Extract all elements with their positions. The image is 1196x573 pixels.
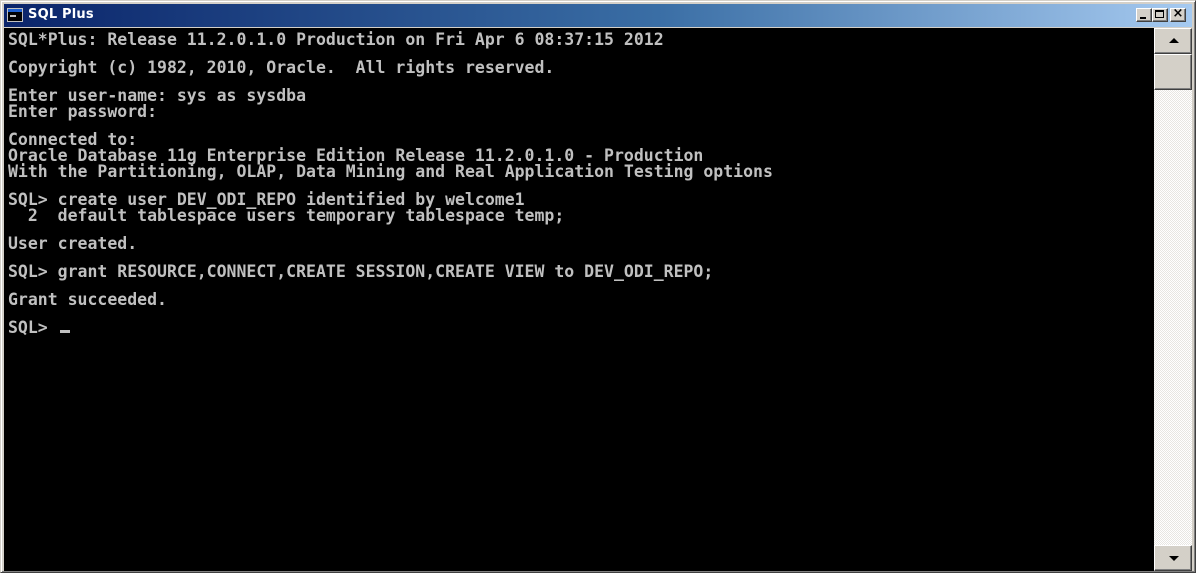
console-line-text: Copyright (c) 1982, 2010, Oracle. All ri…	[8, 58, 555, 77]
minimize-button[interactable]	[1136, 8, 1152, 22]
scroll-up-arrow-icon	[1169, 38, 1179, 43]
console-line-text: SQL*Plus: Release 11.2.0.1.0 Production …	[8, 30, 664, 49]
console-line: User created.	[8, 234, 1154, 253]
scroll-down-button[interactable]	[1154, 545, 1192, 571]
minimize-icon	[1140, 17, 1146, 19]
console-line-text: Grant succeeded.	[8, 290, 167, 309]
scroll-up-button[interactable]	[1154, 28, 1192, 54]
console-line: SQL*Plus: Release 11.2.0.1.0 Production …	[8, 30, 1154, 49]
text-cursor	[59, 330, 70, 333]
console-line: Grant succeeded.	[8, 290, 1154, 309]
close-icon: ×	[1172, 6, 1184, 21]
console-line: 2 default tablespace users temporary tab…	[8, 206, 1154, 225]
window-title: SQL Plus	[28, 7, 94, 22]
title-bar[interactable]: SQL Plus ×	[4, 4, 1192, 27]
console-line: With the Partitioning, OLAP, Data Mining…	[8, 162, 1154, 181]
sqlplus-console-icon[interactable]	[7, 8, 23, 22]
vertical-scrollbar[interactable]	[1154, 28, 1192, 571]
console-output[interactable]: SQL*Plus: Release 11.2.0.1.0 Production …	[4, 28, 1154, 571]
console-line-text: Enter password:	[8, 102, 158, 121]
scroll-down-arrow-icon	[1169, 556, 1179, 561]
console-line-text: SQL> grant RESOURCE,CONNECT,CREATE SESSI…	[8, 262, 714, 281]
maximize-button[interactable]	[1152, 8, 1168, 22]
console-line: Enter password:	[8, 102, 1154, 121]
console-line-text: User created.	[8, 234, 138, 253]
scroll-thumb[interactable]	[1154, 54, 1192, 90]
close-button[interactable]: ×	[1170, 6, 1186, 22]
console-text: SQL*Plus: Release 11.2.0.1.0 Production …	[8, 30, 1154, 337]
maximize-icon	[1155, 10, 1164, 18]
console-line: SQL>	[8, 318, 1154, 337]
console-line: SQL> grant RESOURCE,CONNECT,CREATE SESSI…	[8, 262, 1154, 281]
console-line: Copyright (c) 1982, 2010, Oracle. All ri…	[8, 58, 1154, 77]
console-line-text: 2 default tablespace users temporary tab…	[8, 206, 565, 225]
console-line: Enter user-name: sys as sysdba	[8, 87, 1154, 104]
console-line-text: SQL>	[8, 318, 58, 337]
console-line-text: With the Partitioning, OLAP, Data Mining…	[8, 162, 773, 181]
sqlplus-window: SQL Plus × SQL*Plus: Release 11.2.0.1.0 …	[0, 0, 1196, 573]
